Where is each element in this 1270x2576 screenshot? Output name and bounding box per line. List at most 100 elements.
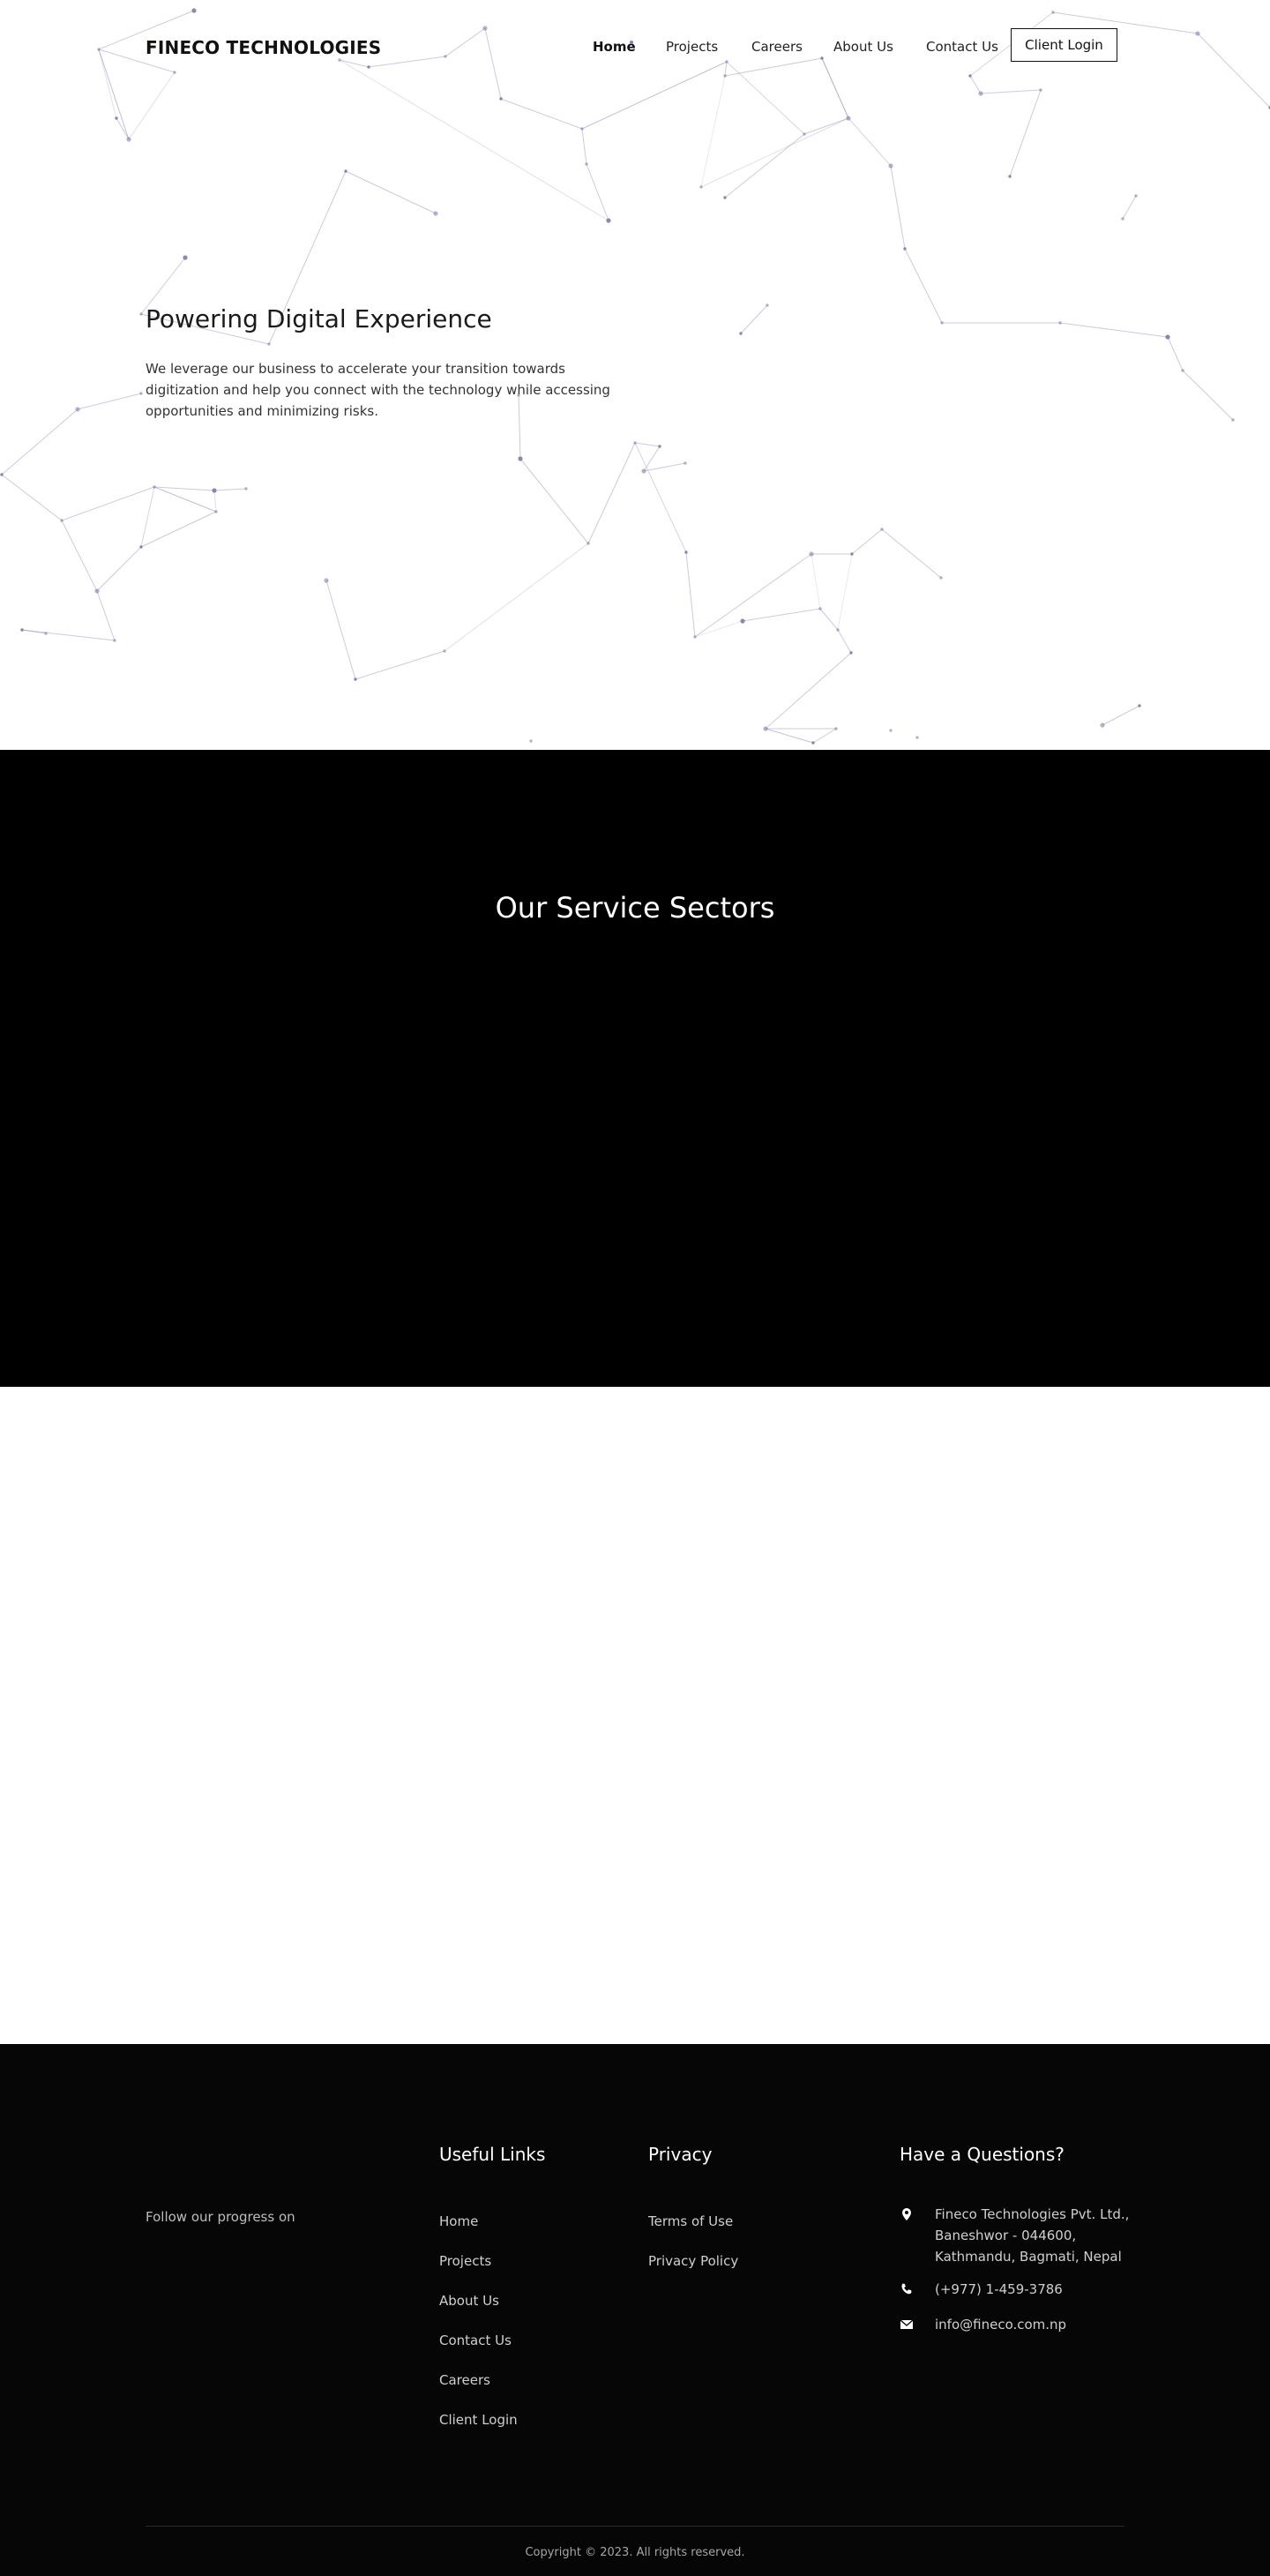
network-node	[978, 91, 983, 96]
network-edge	[694, 620, 743, 638]
network-edge	[1009, 89, 1042, 177]
client-login-button[interactable]: Client Login	[1011, 28, 1117, 62]
network-node	[725, 60, 728, 64]
network-edge	[634, 442, 687, 553]
address-line-1: Fineco Technologies Pvt. Ltd.,	[935, 2206, 1130, 2222]
network-edge	[724, 133, 805, 198]
footer-link-projects[interactable]: Projects	[439, 2253, 491, 2269]
network-edge	[1059, 322, 1169, 338]
network-node	[803, 132, 806, 136]
map-marker-icon	[902, 2208, 911, 2220]
network-edge	[213, 490, 217, 513]
footer-link-contact-us[interactable]: Contact Us	[439, 2333, 512, 2348]
network-node	[60, 519, 64, 522]
footer-link-about-us[interactable]: About Us	[439, 2293, 499, 2309]
network-node	[433, 211, 438, 216]
network-node	[444, 55, 447, 58]
footer: Follow our progress on Useful Links Home…	[0, 2044, 1270, 2576]
footer-link-careers[interactable]: Careers	[439, 2372, 490, 2388]
network-edge	[700, 75, 726, 188]
network-edge	[740, 304, 768, 334]
network-node	[739, 332, 743, 335]
network-edge	[980, 89, 1042, 94]
network-edge	[634, 442, 661, 447]
network-node	[1138, 704, 1141, 708]
nav-careers[interactable]: Careers	[751, 39, 803, 55]
network-edge	[1167, 336, 1184, 371]
footer-link-home[interactable]: Home	[439, 2213, 478, 2229]
network-node	[820, 56, 824, 60]
network-node	[214, 510, 218, 513]
network-edge	[444, 27, 486, 57]
network-node	[1058, 321, 1062, 325]
network-edge	[837, 553, 853, 631]
network-node	[766, 303, 769, 307]
network-edge	[1, 408, 78, 476]
network-node	[344, 169, 347, 173]
network-node	[1121, 217, 1124, 221]
network-edge	[96, 590, 116, 641]
nav-projects[interactable]: Projects	[666, 39, 718, 55]
network-edge	[1102, 705, 1140, 726]
network-node	[0, 473, 4, 476]
nav-about-us[interactable]: About Us	[833, 39, 893, 55]
brand-logo-text[interactable]: FINECO TECHNOLOGIES	[146, 37, 381, 58]
network-node	[889, 729, 893, 732]
network-edge	[586, 163, 609, 221]
network-edge	[812, 728, 837, 744]
network-edge	[837, 629, 852, 654]
network-edge	[700, 117, 849, 188]
network-node	[939, 576, 943, 580]
network-edge	[519, 458, 589, 544]
network-node	[499, 97, 503, 101]
network-edge	[742, 608, 821, 622]
network-node	[212, 488, 217, 493]
network-node	[244, 487, 248, 490]
footer-link-privacy-policy[interactable]: Privacy Policy	[648, 2253, 738, 2269]
network-node	[699, 185, 703, 189]
content-placeholder-section	[0, 1387, 1270, 2044]
network-edge	[765, 652, 852, 730]
network-node	[139, 392, 143, 395]
network-node	[915, 736, 919, 739]
network-edge	[969, 75, 982, 94]
network-node	[849, 651, 853, 655]
network-node	[633, 441, 637, 445]
network-node	[115, 116, 118, 120]
network-node	[684, 550, 688, 554]
network-node	[529, 739, 533, 743]
network-edge	[848, 117, 892, 167]
network-node	[888, 163, 893, 168]
network-node	[693, 635, 697, 639]
network-node	[173, 71, 176, 74]
network-edge	[500, 98, 583, 130]
network-edge	[77, 393, 142, 410]
network-edge	[851, 528, 883, 555]
network-node	[153, 485, 156, 489]
network-node	[740, 618, 745, 624]
network-edge	[339, 59, 609, 221]
network-edge	[1, 474, 63, 521]
network-node	[880, 528, 884, 531]
contact-phone[interactable]: (+977) 1-459-3786	[935, 2279, 1063, 2300]
useful-links-heading: Useful Links	[439, 2144, 546, 2165]
network-node	[1181, 369, 1184, 372]
network-node	[834, 727, 838, 730]
network-node	[113, 639, 116, 642]
network-edge	[325, 580, 356, 680]
footer-link-terms-of-use[interactable]: Terms of Use	[648, 2213, 733, 2229]
network-node	[191, 8, 197, 13]
network-node	[763, 726, 768, 731]
network-node	[1100, 723, 1105, 728]
network-node	[585, 162, 588, 166]
network-node	[818, 607, 822, 610]
network-edge	[694, 553, 812, 638]
network-edge	[96, 546, 142, 592]
nav-contact-us[interactable]: Contact Us	[926, 39, 998, 55]
network-node	[836, 628, 840, 632]
network-edge	[153, 486, 217, 513]
footer-link-client-login[interactable]: Client Login	[439, 2412, 518, 2428]
contact-email[interactable]: info@fineco.com.np	[935, 2314, 1066, 2335]
network-edge	[765, 728, 814, 744]
network-edge	[128, 71, 176, 140]
